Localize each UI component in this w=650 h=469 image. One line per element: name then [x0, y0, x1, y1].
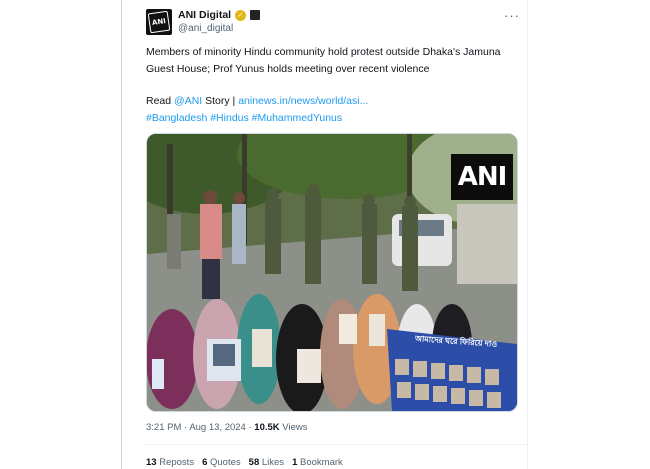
article-link[interactable]: aninews.in/news/world/asi...: [238, 95, 368, 107]
author-row: ANI Digital ✓: [178, 9, 261, 21]
tweet-body: Members of minority Hindu community hold…: [146, 46, 501, 75]
tweet-date[interactable]: Aug 13, 2024: [189, 422, 246, 433]
read-mid: Story |: [202, 95, 239, 107]
reposts-stat[interactable]: 13 Reposts: [146, 457, 194, 468]
timeline-border-right: [527, 0, 528, 469]
read-prefix: Read: [146, 95, 175, 107]
reposts-count: 13: [146, 457, 157, 468]
author-name[interactable]: ANI Digital: [178, 9, 231, 21]
hashtags[interactable]: #Bangladesh #Hindus #MuhammedYunus: [146, 110, 516, 127]
tweet: ANI ANI Digital ✓ @ani_digital ··· Membe…: [122, 0, 528, 469]
read-story-line: Read @ANI Story | aninews.in/news/world/…: [146, 93, 516, 110]
more-options-icon[interactable]: ···: [504, 8, 520, 23]
tweet-text: Members of minority Hindu community hold…: [146, 44, 516, 127]
affiliate-badge-icon[interactable]: [250, 10, 261, 20]
mention-link[interactable]: @ANI: [174, 95, 202, 107]
engagement-stats: 13 Reposts 6 Quotes 58 Likes 1 Bookmark: [146, 457, 343, 468]
divider: [146, 444, 528, 445]
tweet-meta: 3:21 PM · Aug 13, 2024 · 10.5K Views: [146, 422, 307, 433]
ani-watermark: ANI: [451, 154, 513, 200]
likes-label: Likes: [259, 457, 285, 468]
reposts-label: Reposts: [156, 457, 195, 468]
likes-stat[interactable]: 58 Likes: [249, 457, 284, 468]
tweet-time[interactable]: 3:21 PM: [146, 422, 181, 433]
bookmarks-stat[interactable]: 1 Bookmark: [292, 457, 343, 468]
views-label: Views: [279, 422, 308, 433]
bookmarks-label: Bookmark: [297, 457, 343, 468]
avatar[interactable]: ANI: [146, 9, 172, 35]
author-handle[interactable]: @ani_digital: [178, 23, 233, 34]
tweet-media-image[interactable]: আমাদের ঘরে ফিরিয়ে দাও ANI: [146, 133, 518, 412]
quotes-label: Quotes: [207, 457, 241, 468]
quotes-stat[interactable]: 6 Quotes: [202, 457, 241, 468]
verified-badge-icon: ✓: [235, 9, 247, 21]
likes-count: 58: [248, 457, 260, 468]
ani-logo-avatar: ANI: [147, 10, 171, 34]
views-count: 10.5K: [254, 422, 280, 433]
